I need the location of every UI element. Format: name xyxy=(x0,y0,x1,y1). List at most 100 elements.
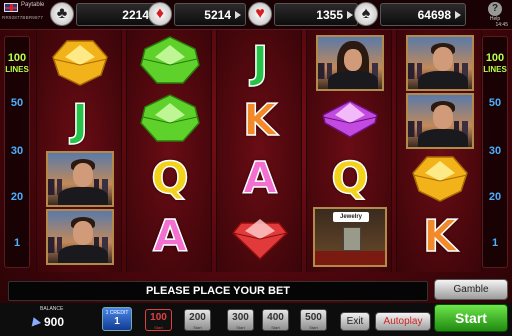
reel-symbol xyxy=(127,92,213,150)
bet-sub: Start xyxy=(236,325,245,330)
businessman-portrait xyxy=(46,209,114,265)
green-gem-icon xyxy=(139,35,201,92)
jackpot-club-value: 2214 xyxy=(122,8,149,22)
bet-sub: Start xyxy=(193,325,202,330)
line-marker-1[interactable]: 1 xyxy=(5,237,29,249)
clock: 14:45 xyxy=(495,22,508,28)
letter-a-symbol: A xyxy=(242,153,278,204)
help-icon: ? xyxy=(488,2,502,16)
lines-panel-left: 100 LINES 50 30 20 1 xyxy=(4,36,30,268)
woman-portrait xyxy=(316,35,384,91)
heart-glyph: ♥ xyxy=(255,5,265,22)
jackpot-diamond: 5214 xyxy=(174,3,246,26)
credit-denomination-button[interactable]: 1 CREDIT 1 xyxy=(102,307,132,331)
reel-4: Q Jewelry xyxy=(306,30,392,272)
reel-1: J xyxy=(36,30,122,272)
bet-value: 500 xyxy=(305,312,322,323)
red-gem-icon xyxy=(229,209,291,266)
reel-5: K xyxy=(396,30,482,272)
reel-symbol xyxy=(217,208,303,266)
diamond-glyph: ♦ xyxy=(155,5,165,22)
letter-a-symbol: A xyxy=(152,211,188,262)
businessman-portrait xyxy=(406,93,474,149)
line-marker-30[interactable]: 30 xyxy=(483,145,507,157)
jewelry-sign: Jewelry xyxy=(333,212,369,222)
lines-panel-right: 100 LINES 50 30 20 1 xyxy=(482,36,508,268)
letter-j-symbol: J xyxy=(71,95,89,146)
bet-value: 200 xyxy=(189,312,206,323)
bet-sub: Start xyxy=(271,325,280,330)
lines-label: LINES xyxy=(483,65,507,74)
reel-2: QA xyxy=(126,30,212,272)
letter-k-symbol: K xyxy=(422,211,458,262)
reel-symbol: A xyxy=(217,150,303,208)
reel-symbol: K xyxy=(397,208,483,266)
bet-value: 300 xyxy=(232,312,249,323)
reel-3: JKA xyxy=(216,30,302,272)
green-gem-icon xyxy=(139,93,201,150)
arrow-right-icon xyxy=(347,11,353,19)
exit-button[interactable]: Exit xyxy=(340,312,370,331)
lines-count: 100 xyxy=(485,52,505,64)
businessman-portrait xyxy=(46,151,114,207)
reel-symbol: A xyxy=(127,208,213,266)
heart-icon: ♥ xyxy=(248,2,272,26)
reel-symbol: Q xyxy=(127,150,213,208)
status-message: PLEASE PLACE YOUR BET xyxy=(8,281,428,301)
reel-symbol xyxy=(307,92,393,150)
gamble-button[interactable]: Gamble xyxy=(434,279,508,300)
arrow-right-icon xyxy=(455,11,461,19)
bet-500-button[interactable]: 500 Start xyxy=(300,309,327,331)
reel-symbol xyxy=(37,34,123,92)
line-marker-20[interactable]: 20 xyxy=(483,191,507,203)
top-bar: Paytable RR92877BBR9877 ♣ 2214 ♦ 5214 ♥ … xyxy=(0,0,512,30)
language-flag-icon[interactable] xyxy=(4,3,18,12)
reel-symbol: J xyxy=(37,92,123,150)
jackpot-diamond-value: 5214 xyxy=(204,8,231,22)
reel-symbol xyxy=(37,208,123,266)
reel-symbol xyxy=(127,34,213,92)
line-marker-1[interactable]: 1 xyxy=(483,237,507,249)
club-glyph: ♣ xyxy=(56,5,68,22)
reel-symbol xyxy=(307,34,393,92)
bet-value: 400 xyxy=(267,312,284,323)
reel-symbol: J xyxy=(217,34,303,92)
autoplay-button[interactable]: Autoplay xyxy=(375,312,431,331)
bet-sub: Start xyxy=(309,325,318,330)
credit-value: 1 xyxy=(114,316,120,327)
reel-symbol xyxy=(397,92,483,150)
arrow-right-icon xyxy=(235,11,241,19)
bet-400-button[interactable]: 400 Start xyxy=(262,309,289,331)
lines-count: 100 xyxy=(7,52,27,64)
line-marker-30[interactable]: 30 xyxy=(5,145,29,157)
spade-icon: ♠ xyxy=(354,2,378,26)
start-button[interactable]: Start xyxy=(434,304,508,332)
bet-200-button[interactable]: 200 Start xyxy=(184,309,211,331)
bet-sub: Start xyxy=(154,325,163,330)
line-marker-20[interactable]: 20 xyxy=(5,191,29,203)
line-marker-50[interactable]: 50 xyxy=(483,97,507,109)
slot-machine: Paytable RR92877BBR9877 ♣ 2214 ♦ 5214 ♥ … xyxy=(0,0,512,336)
yellow-gem-icon xyxy=(49,35,111,92)
jackpot-spade: 64698 xyxy=(380,3,466,26)
letter-q-symbol: Q xyxy=(331,153,370,204)
reel-symbol xyxy=(397,150,483,208)
reel-symbol: K xyxy=(217,92,303,150)
paytable-link[interactable]: Paytable xyxy=(21,2,44,8)
purple-gem-icon xyxy=(319,93,381,150)
yellow-gem-icon xyxy=(409,151,471,208)
line-marker-50[interactable]: 50 xyxy=(5,97,29,109)
jackpot-heart-value: 1355 xyxy=(316,8,343,22)
bet-100-button[interactable]: 100 Start xyxy=(145,309,172,331)
letter-k-symbol: K xyxy=(242,95,278,146)
balance-label: BALANCE xyxy=(40,306,64,312)
game-code: RR92877BBR9877 xyxy=(2,15,44,20)
bet-300-button[interactable]: 300 Start xyxy=(227,309,254,331)
reel-symbol: Q xyxy=(307,150,393,208)
reel-symbol xyxy=(397,34,483,92)
help-button[interactable]: ? Help xyxy=(482,2,508,22)
club-icon: ♣ xyxy=(50,2,74,26)
spade-glyph: ♠ xyxy=(361,5,371,22)
jackpot-spade-value: 64698 xyxy=(417,8,451,22)
balance-value: 900 xyxy=(44,315,65,329)
